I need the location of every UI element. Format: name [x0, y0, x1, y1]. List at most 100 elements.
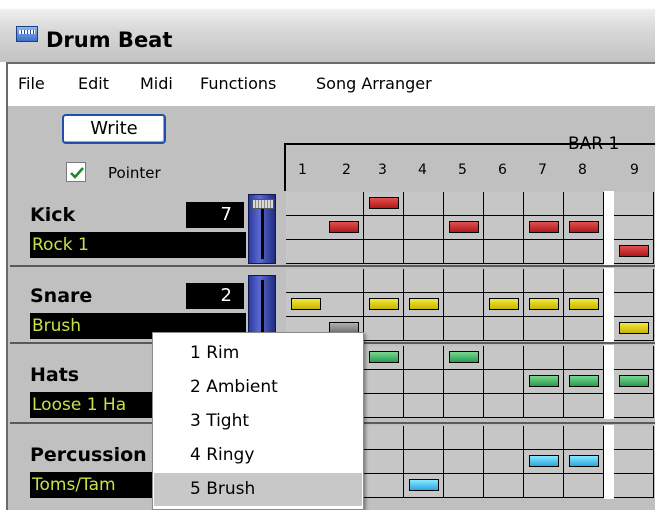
context-menu-item[interactable]: 5 Brush [154, 473, 362, 506]
beat-note[interactable] [449, 221, 479, 233]
grid-cell[interactable] [484, 240, 524, 264]
grid-cell[interactable] [444, 317, 484, 341]
grid-cell[interactable] [286, 240, 326, 264]
grid-cell[interactable] [364, 269, 404, 293]
grid-cell[interactable] [364, 317, 404, 341]
menu-midi[interactable]: Midi [140, 74, 173, 93]
grid-cell[interactable] [524, 269, 564, 293]
beat-note[interactable] [619, 375, 649, 387]
menu-edit[interactable]: Edit [78, 74, 109, 93]
grid-cell[interactable] [524, 474, 564, 498]
grid-cell[interactable] [614, 450, 654, 474]
beat-note[interactable] [529, 455, 559, 467]
grid-cell[interactable] [484, 346, 524, 370]
grid-cell[interactable] [484, 450, 524, 474]
beat-note[interactable] [619, 245, 649, 257]
grid-cell[interactable] [324, 293, 364, 317]
grid-cell[interactable] [614, 192, 654, 216]
menu-song-arranger[interactable]: Song Arranger [316, 74, 432, 93]
beat-note[interactable] [369, 351, 399, 363]
grid-cell[interactable] [614, 394, 654, 418]
grid-cell[interactable] [484, 370, 524, 394]
grid-cell[interactable] [286, 269, 326, 293]
grid-cell[interactable] [444, 240, 484, 264]
grid-cell[interactable] [444, 394, 484, 418]
grid-cell[interactable] [614, 269, 654, 293]
grid-cell[interactable] [524, 394, 564, 418]
grid-cell[interactable] [444, 370, 484, 394]
grid-cell[interactable] [286, 192, 326, 216]
grid-cell[interactable] [614, 426, 654, 450]
grid-cell[interactable] [444, 269, 484, 293]
grid-cell[interactable] [364, 394, 404, 418]
grid-cell[interactable] [444, 474, 484, 498]
grid-cell[interactable] [564, 240, 604, 264]
grid-cell[interactable] [564, 346, 604, 370]
grid-cell[interactable] [564, 317, 604, 341]
grid-cell[interactable] [614, 346, 654, 370]
grid-cell[interactable] [404, 394, 444, 418]
menu-functions[interactable]: Functions [200, 74, 276, 93]
grid-cell[interactable] [564, 192, 604, 216]
grid-cell[interactable] [564, 426, 604, 450]
grid-cell[interactable] [484, 426, 524, 450]
grid-cell[interactable] [404, 240, 444, 264]
grid-cell[interactable] [614, 216, 654, 240]
pointer-checkbox[interactable] [66, 162, 86, 182]
grid-cell[interactable] [524, 346, 564, 370]
beat-note[interactable] [569, 221, 599, 233]
context-menu-item[interactable]: 2 Ambient [154, 371, 362, 404]
grid-cell[interactable] [484, 394, 524, 418]
grid-cell[interactable] [404, 450, 444, 474]
beat-note[interactable] [449, 351, 479, 363]
volume-slider[interactable] [248, 194, 276, 264]
menu-file[interactable]: File [18, 74, 45, 93]
grid-cell[interactable] [364, 370, 404, 394]
grid-cell[interactable] [404, 317, 444, 341]
beat-note[interactable] [619, 322, 649, 334]
beat-note[interactable] [569, 455, 599, 467]
grid-cell[interactable] [444, 293, 484, 317]
grid-cell[interactable] [564, 394, 604, 418]
grid-cell[interactable] [524, 426, 564, 450]
grid-cell[interactable] [404, 346, 444, 370]
track-number-field[interactable]: 7 [186, 202, 244, 228]
grid-cell[interactable] [484, 317, 524, 341]
grid-cell[interactable] [484, 216, 524, 240]
beat-note[interactable] [291, 298, 321, 310]
grid-cell[interactable] [364, 450, 404, 474]
beat-note[interactable] [529, 375, 559, 387]
grid-cell[interactable] [324, 240, 364, 264]
grid-cell[interactable] [524, 192, 564, 216]
grid-cell[interactable] [484, 474, 524, 498]
write-button[interactable]: Write [62, 114, 166, 144]
grid-cell[interactable] [286, 216, 326, 240]
track-style-field[interactable]: Rock 1 [30, 232, 246, 258]
beat-note[interactable] [489, 298, 519, 310]
grid-cell[interactable] [324, 269, 364, 293]
grid-cell[interactable] [364, 216, 404, 240]
track-number-field[interactable]: 2 [186, 283, 244, 309]
grid-cell[interactable] [564, 474, 604, 498]
grid-cell[interactable] [524, 317, 564, 341]
grid-cell[interactable] [484, 192, 524, 216]
grid-cell[interactable] [564, 269, 604, 293]
grid-cell[interactable] [404, 269, 444, 293]
grid-cell[interactable] [404, 370, 444, 394]
beat-note[interactable] [529, 221, 559, 233]
context-menu-item[interactable]: 3 Tight [154, 405, 362, 438]
grid-cell[interactable] [364, 474, 404, 498]
grid-cell[interactable] [404, 216, 444, 240]
beat-note[interactable] [369, 197, 399, 209]
grid-cell[interactable] [444, 192, 484, 216]
grid-cell[interactable] [484, 269, 524, 293]
slider-thumb[interactable] [252, 199, 274, 209]
context-menu-item[interactable]: 4 Ringy [154, 439, 362, 472]
beat-note[interactable] [529, 298, 559, 310]
grid-cell[interactable] [404, 192, 444, 216]
beat-note[interactable] [329, 221, 359, 233]
beat-note[interactable] [569, 298, 599, 310]
beat-note[interactable] [409, 479, 439, 491]
beat-note[interactable] [409, 298, 439, 310]
grid-cell[interactable] [444, 450, 484, 474]
